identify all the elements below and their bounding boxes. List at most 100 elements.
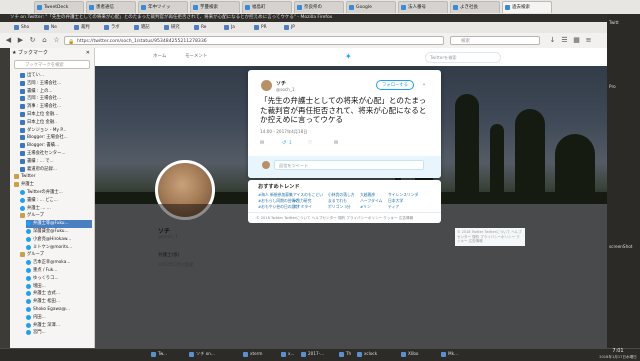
tab[interactable]: 奈良県の — [294, 1, 344, 13]
close-icon[interactable]: ✕ — [86, 48, 90, 59]
bookmark-entry[interactable]: Blogger: 書績... — [20, 142, 92, 149]
trend-link[interactable]: #リン — [360, 204, 371, 210]
bookmark-entry[interactable]: ダンジョン - My P... — [20, 127, 92, 134]
tweet-author-avatar[interactable] — [261, 80, 272, 91]
clock[interactable]: 7:01 2018年1月17日水曜日 — [596, 348, 640, 360]
taskbar-item[interactable]: Mk... — [440, 350, 458, 358]
tab[interactable]: 法人番号 — [398, 1, 448, 13]
bookmark-entry[interactable]: 吉岡 : 王場会社... — [20, 95, 92, 102]
bookmark-entry[interactable]: 弁護士 ... ... — [20, 205, 92, 212]
retweet-icon[interactable]: ↺ — [282, 140, 286, 146]
search-bar[interactable]: 検索 — [450, 36, 540, 45]
desktop-window-label[interactable]: Twitt — [609, 20, 639, 25]
taskbar-item[interactable]: Th — [338, 350, 351, 358]
bookmark-entry[interactable]: 弁護士等@Fuku... — [26, 220, 92, 228]
forward-icon[interactable]: ▶ — [16, 36, 25, 45]
tab[interactable]: 過去検索 — [502, 1, 552, 13]
chevron-down-icon[interactable]: ⌄ — [420, 80, 428, 88]
twitter-search-input[interactable]: Twitterを検索 — [425, 52, 501, 63]
bookmark-folder[interactable]: Twitter — [14, 173, 92, 180]
desktop-window-label[interactable]: Pro — [609, 84, 639, 89]
tweet-author-name[interactable]: ソチ — [276, 80, 286, 87]
twitter-bird-icon[interactable]: ✦ — [345, 52, 352, 61]
sidebar-search-input[interactable]: ブックマークを検索 — [14, 60, 90, 69]
tab[interactable]: 芋蔓検索 — [190, 1, 240, 13]
tab[interactable]: Google — [346, 1, 396, 13]
home-icon[interactable]: ⌂ — [40, 36, 49, 45]
desktop-window-label[interactable]: screenShot — [609, 244, 639, 249]
bookmark-entry[interactable]: 増田... — [26, 283, 92, 290]
modal-backdrop-lower[interactable] — [95, 204, 607, 348]
library-icon[interactable]: ☰ — [560, 36, 569, 45]
bookmark-entry[interactable]: Blogger: 王場会社... — [20, 134, 92, 141]
taskbar-item[interactable]: 2017-... — [300, 350, 324, 358]
bookmark-star-icon[interactable]: ☆ — [52, 36, 61, 45]
back-icon[interactable]: ◀ — [4, 36, 13, 45]
tweet-timestamp[interactable]: 14:00 - 2017年4月18日 — [260, 129, 307, 135]
reply-input[interactable]: 返信をツイート — [274, 160, 424, 170]
bookmark-item[interactable]: 裁判 — [74, 24, 90, 31]
bookmark-entry[interactable]: Shoko Egawa@... — [26, 306, 92, 313]
bookmark-entry[interactable]: 弁護士 深澤... — [26, 322, 92, 329]
bookmark-folder[interactable]: グループ — [20, 212, 92, 219]
bookmark-folder[interactable]: 弁護士 — [14, 181, 92, 188]
sidebar-toggle-icon[interactable]: ▦ — [572, 36, 581, 45]
bookmark-entry[interactable]: 書績 : ... で... — [20, 158, 92, 165]
bookmark-item[interactable]: ラボ — [104, 24, 120, 31]
bookmark-entry[interactable]: 王場会社センター... — [20, 150, 92, 157]
tab[interactable]: 福島町 — [242, 1, 292, 13]
reply-icon[interactable]: ✉ — [260, 140, 264, 146]
taskbar-item[interactable]: Xlibo — [400, 350, 418, 358]
trend-link[interactable]: ミナミタイ — [293, 204, 312, 210]
bookmark-folder[interactable]: グループ — [20, 251, 92, 258]
bookmark-entry[interactable]: 出てい... — [20, 72, 92, 79]
nav-moments[interactable]: モーメント — [185, 53, 207, 59]
bookmark-entry[interactable]: 小倉亮@Hirokaw... — [26, 236, 92, 243]
bookmark-entry[interactable]: 消事 : 王場会社... — [20, 103, 92, 110]
tweet-author-handle[interactable]: @soch_1 — [276, 87, 295, 92]
taskbar-item[interactable]: Tw... — [150, 350, 167, 358]
follow-button[interactable]: フォローする — [376, 80, 414, 90]
tab[interactable]: 年中ツイッ — [138, 1, 188, 13]
bookmark-entry[interactable]: 日本上位 金融... — [20, 111, 92, 118]
trend-link[interactable]: ティア — [388, 204, 399, 210]
bookmark-entry[interactable]: ミトケン@morits... — [26, 244, 92, 251]
bookmark-item[interactable]: Ja — [224, 24, 235, 31]
bookmark-entry[interactable]: 弁護士 古式... — [26, 290, 92, 297]
taskbar-item[interactable]: x... — [280, 350, 294, 358]
bookmark-entry[interactable]: 内田... — [26, 314, 92, 321]
menu-icon[interactable]: ≡ — [584, 36, 593, 45]
tab[interactable]: よき社長 — [450, 1, 500, 13]
taskbar-item[interactable]: xterm — [242, 350, 262, 358]
bookmark-entry[interactable]: 深層賃金@Fuku... — [26, 228, 92, 235]
tab[interactable]: TweetDeck — [34, 1, 84, 13]
bookmark-item[interactable]: PR — [254, 24, 267, 31]
bookmark-entry[interactable]: 吉岡 : 王場会社... — [20, 80, 92, 87]
bookmark-entry[interactable]: 弁護士 松田... — [26, 298, 92, 305]
bookmark-entry[interactable]: 書績 : ... どこ... — [20, 197, 92, 204]
url-bar[interactable]: 🔒 https://twitter.com/soch_1/status/9534… — [64, 36, 444, 45]
reload-icon[interactable]: ↻ — [28, 36, 37, 45]
bookmark-item[interactable]: 研究 — [164, 24, 180, 31]
downloads-icon[interactable]: ↓ — [548, 36, 557, 45]
bookmark-entry[interactable]: 書績 : 上の... — [20, 88, 92, 95]
bookmark-entry[interactable]: 重点 / Fuk... — [26, 267, 92, 274]
bookmark-item[interactable]: Ne — [44, 24, 57, 31]
bookmark-item[interactable]: JP — [284, 24, 295, 31]
bookmark-item[interactable]: 雑記 — [134, 24, 150, 31]
taskbar-item[interactable]: ソチ on... — [188, 350, 215, 358]
bookmark-entry[interactable]: Twitterの弁護士... — [20, 189, 92, 196]
bookmark-item[interactable]: Re — [194, 24, 206, 31]
dm-icon[interactable]: ✉ — [334, 140, 338, 146]
bookmark-entry[interactable]: 宮門... — [26, 329, 92, 336]
trend-link[interactable]: ポリゴン 3分 — [328, 204, 351, 210]
like-icon[interactable]: ♡ — [308, 140, 312, 146]
bookmark-entry[interactable]: 義道府の記録... — [20, 166, 92, 173]
nav-home[interactable]: ホーム — [153, 53, 166, 59]
taskbar-item[interactable]: xclock — [356, 350, 377, 358]
bookmark-entry[interactable]: 吉本正幸@moka... — [26, 259, 92, 266]
bookmark-entry[interactable]: 日本上位 金融.. — [20, 119, 92, 126]
bookmark-item[interactable]: Sho — [14, 24, 29, 31]
tab[interactable]: 患者通信 — [86, 1, 136, 13]
bookmark-entry[interactable]: ゆっくりコ... — [26, 275, 92, 282]
